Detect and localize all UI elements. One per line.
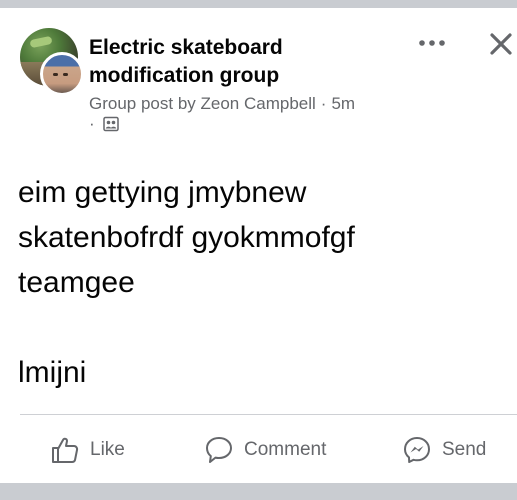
author-name-link[interactable]: Zeon Campbell [201,94,316,113]
feed-separator-top [0,0,517,8]
close-button[interactable] [486,28,516,60]
privacy-separator: · [89,114,95,133]
messenger-icon [404,437,430,463]
close-icon [490,33,512,55]
meta-prefix: Group post by [89,94,196,113]
group-members-icon[interactable] [102,116,119,132]
post-text-line: skatenbofrdf gyokmmofgf [18,221,355,254]
speech-bubble-icon [206,437,232,463]
post-meta: Group post by Zeon Campbell · 5m [89,94,355,114]
post-text-line: eim gettying jmybnew [18,176,307,209]
more-horizontal-icon [419,40,445,46]
post-privacy: · [89,114,119,134]
group-name-link[interactable]: Electric skateboard modification group [89,34,389,90]
group-avatar-highlight [29,35,53,49]
like-button[interactable]: Like [50,428,125,472]
avatar-eye-right [63,73,68,76]
avatar-eye-left [53,73,58,76]
avatar-group[interactable] [20,28,84,96]
meta-separator: · [320,94,327,113]
comment-label: Comment [244,439,327,460]
author-avatar[interactable] [40,52,84,96]
post-text-line: teamgee [18,266,135,299]
post-timestamp[interactable]: 5m [331,94,355,113]
send-button[interactable]: Send [402,428,486,472]
more-options-button[interactable] [414,28,450,58]
post-text: eim gettying jmybnew skatenbofrdf gyokmm… [18,170,498,395]
send-label: Send [442,439,487,460]
actions-divider [20,414,517,415]
post-header: Electric skateboard modification group G… [0,8,517,138]
post-actions-bar: Like Comment Send [0,428,517,472]
post-card: Electric skateboard modification group G… [0,8,517,483]
feed-separator-bottom [0,483,517,500]
comment-button[interactable]: Comment [204,428,326,472]
thumbs-up-icon [52,437,79,463]
post-text-line: lmijni [18,356,87,389]
like-label: Like [90,439,125,460]
